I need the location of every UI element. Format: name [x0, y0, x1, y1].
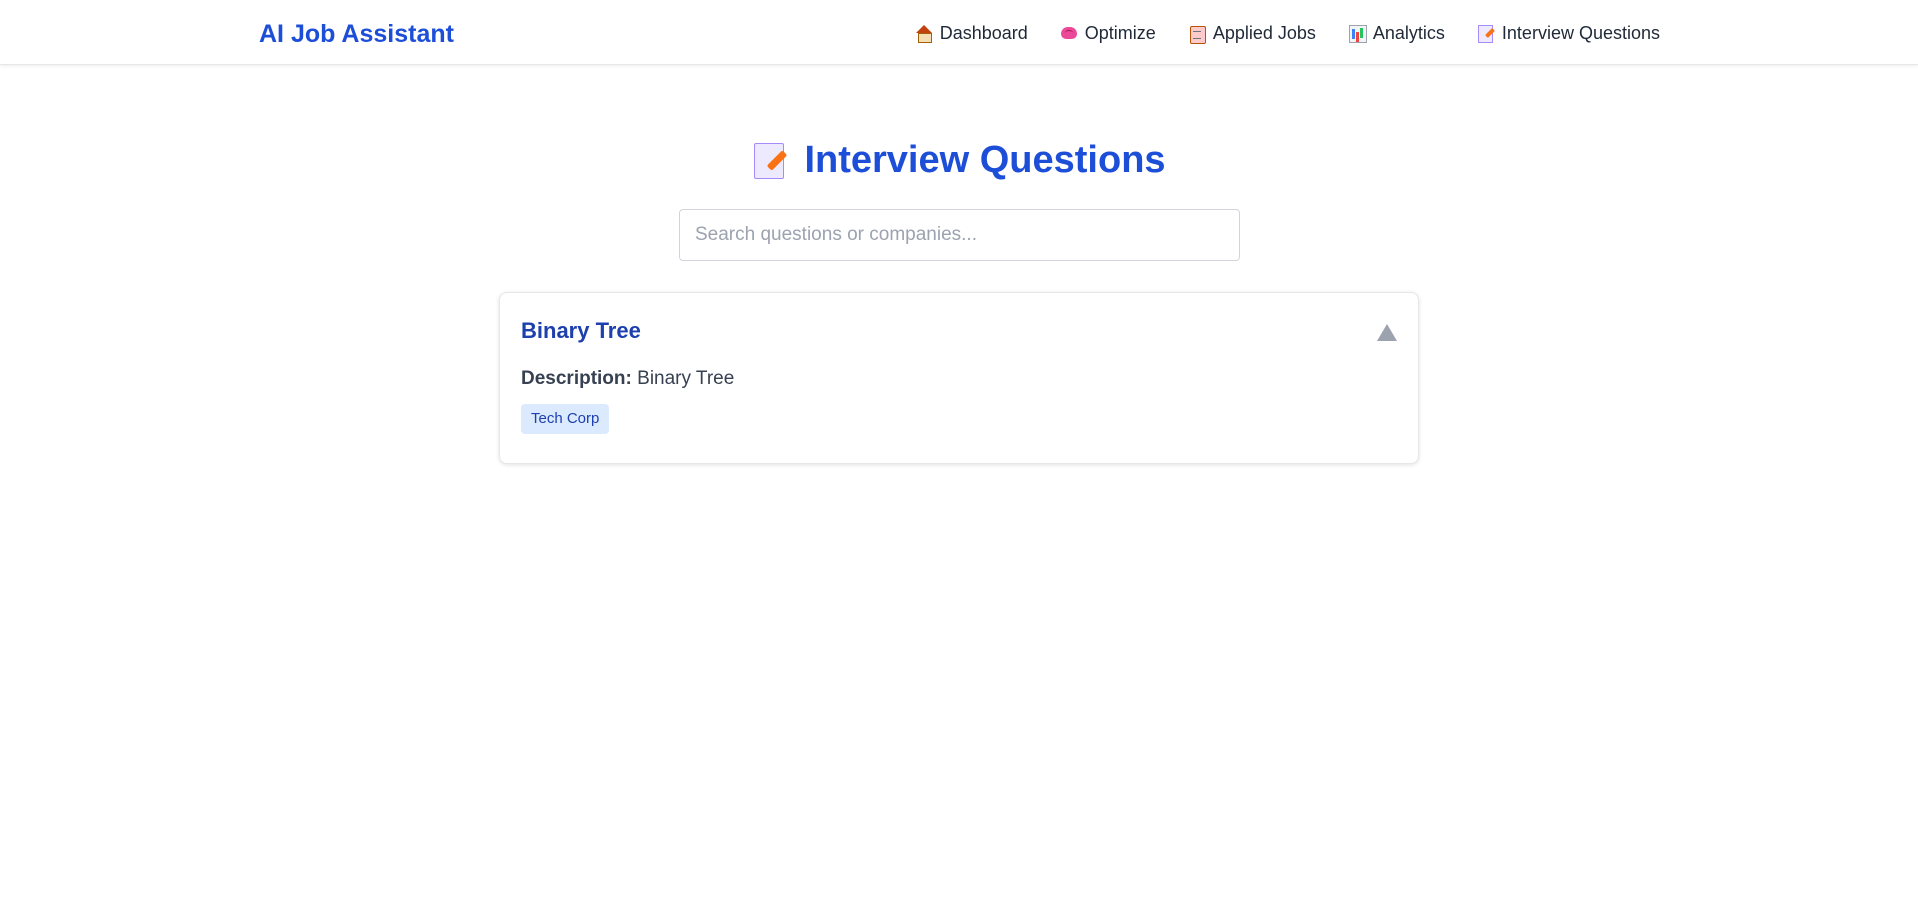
question-card: Binary Tree Description: Binary Tree Tec…: [499, 292, 1419, 464]
nav-analytics[interactable]: Analytics: [1348, 20, 1445, 46]
page-title: Interview Questions: [0, 136, 1918, 184]
memo-icon: [752, 141, 788, 179]
memo-icon: [1477, 24, 1495, 43]
nav-optimize-label: Optimize: [1084, 23, 1156, 43]
top-navbar: AI Job Assistant Dashboard Optimize Appl…: [0, 0, 1918, 65]
nav-dashboard-label: Dashboard: [939, 23, 1028, 43]
nav-interview-questions[interactable]: Interview Questions: [1477, 20, 1660, 46]
description-text: Binary Tree: [637, 368, 735, 389]
nav-applied-jobs-label: Applied Jobs: [1212, 23, 1316, 43]
nav-analytics-label: Analytics: [1372, 23, 1445, 43]
bar-chart-icon: [1348, 24, 1367, 43]
question-description: Description: Binary Tree: [521, 366, 734, 392]
nav-links: Dashboard Optimize Applied Jobs Analytic…: [915, 20, 1660, 46]
question-title[interactable]: Binary Tree: [521, 317, 641, 345]
clipboard-icon: [1188, 24, 1206, 44]
search-input[interactable]: [679, 209, 1240, 261]
nav-applied-jobs[interactable]: Applied Jobs: [1188, 20, 1316, 46]
company-tag: Tech Corp: [521, 404, 610, 434]
brand-logo[interactable]: AI Job Assistant: [259, 18, 454, 50]
description-label: Description:: [521, 368, 632, 389]
nav-optimize[interactable]: Optimize: [1060, 20, 1156, 46]
collapse-toggle-icon[interactable]: [1377, 324, 1397, 341]
brain-icon: [1060, 24, 1078, 42]
nav-dashboard[interactable]: Dashboard: [915, 20, 1028, 46]
page-title-text: Interview Questions: [804, 139, 1166, 181]
house-icon: [915, 24, 933, 43]
nav-interview-questions-label: Interview Questions: [1501, 23, 1660, 43]
